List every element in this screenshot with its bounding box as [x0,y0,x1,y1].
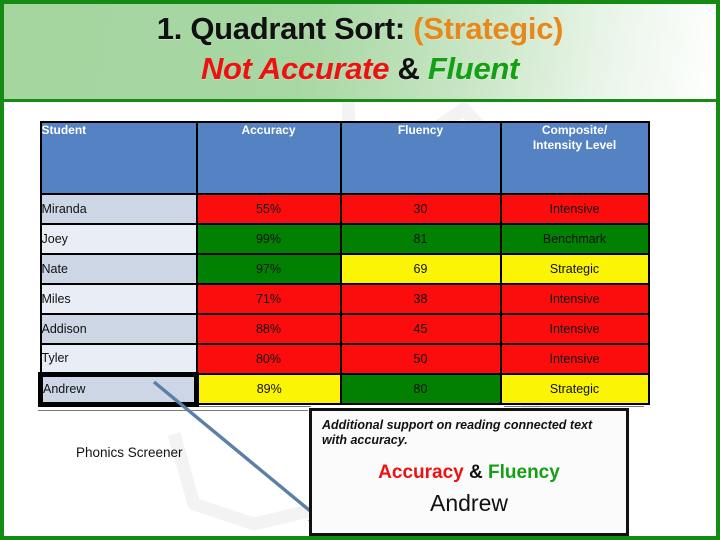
table-row: Joey 99% 81 Benchmark [39,223,650,255]
student-name-cell[interactable]: Tyler [39,343,198,375]
title-strategic: (Strategic) [413,11,564,46]
fluency-cell[interactable]: 30 [339,193,502,225]
title-not: Not [200,51,259,86]
fluency-cell[interactable]: 80 [339,373,502,405]
fluency-cell[interactable]: 69 [339,253,502,285]
accuracy-cell[interactable]: 71% [195,283,342,315]
fluency-cell[interactable]: 45 [339,313,502,345]
divider-line-lower [38,410,308,411]
header-row: Student Accuracy Fluency Composite/ Inte… [39,121,650,195]
callout-fluency-word: Fluency [488,461,560,483]
student-name-cell[interactable]: Addison [39,313,198,345]
composite-level-cell[interactable]: Intensive [499,283,650,315]
table-row: Tyler 80% 50 Intensive [39,343,650,375]
callout-student-name: Andrew [430,489,508,516]
student-name-cell-highlighted[interactable]: Andrew [38,371,199,407]
callout-accuracy-word: Accuracy [378,461,464,483]
table-row: Nate 97% 69 Strategic [39,253,650,285]
title-accurate: Accurate [258,51,390,86]
accuracy-cell[interactable]: 99% [195,223,342,255]
callout-note-text: Additional support on reading connected … [322,418,593,448]
title-band: 1. Quadrant Sort: (Strategic) Not Accura… [4,4,716,102]
callout-box: Additional support on reading connected … [309,408,629,536]
composite-line-1: Composite/ [541,123,608,137]
composite-line-2: Intensity Level [532,138,617,152]
table-header: Student Accuracy Fluency Composite/ Inte… [39,121,650,195]
title-line-2: Not Accurate & Fluent [4,53,716,84]
accuracy-cell[interactable]: 55% [195,193,342,225]
student-name-cell[interactable]: Miranda [39,193,198,225]
table-row: Miranda 55% 30 Intensive [39,193,650,225]
divider-line-right [504,406,644,407]
slide-canvas: 1. Quadrant Sort: (Strategic) Not Accura… [0,0,720,540]
table-body: Miranda 55% 30 Intensive Joey 99% 81 Benchmark N… [38,193,650,407]
title-fluent: Fluent [427,51,520,86]
title-ampersand: & [389,51,428,86]
student-name-cell[interactable]: Miles [39,283,198,315]
title-prefix: 1. Quadrant Sort: [156,11,414,46]
student-scores-table: Student Accuracy Fluency Composite/ Inte… [38,121,650,407]
column-header-composite: Composite/ Intensity Level [499,121,650,195]
callout-ampersand: & [463,461,489,483]
table-row: Miles 71% 38 Intensive [39,283,650,315]
composite-level-cell[interactable]: Strategic [499,253,650,285]
accuracy-cell[interactable]: 88% [195,313,342,345]
table-row: Andrew 89% 80 Strategic [38,371,650,407]
fluency-cell[interactable]: 38 [339,283,502,315]
composite-level-cell[interactable]: Strategic [499,373,650,405]
column-header-student: Student [39,121,198,195]
accuracy-cell[interactable]: 89% [195,373,342,405]
composite-level-cell[interactable]: Intensive [499,193,650,225]
student-name-cell[interactable]: Joey [39,223,198,255]
composite-level-cell[interactable]: Benchmark [499,223,650,255]
composite-level-cell[interactable]: Intensive [499,343,650,375]
title-line-1: 1. Quadrant Sort: (Strategic) [4,13,716,44]
accuracy-cell[interactable]: 80% [195,343,342,375]
column-header-accuracy: Accuracy [195,121,342,195]
table-row: Addison 88% 45 Intensive [39,313,650,345]
composite-level-cell[interactable]: Intensive [499,313,650,345]
fluency-cell[interactable]: 50 [339,343,502,375]
column-header-fluency: Fluency [339,121,502,195]
phonics-screener-label: Phonics Screener [76,445,183,460]
fluency-cell[interactable]: 81 [339,223,502,255]
callout-heading: Accuracy & Fluency [322,462,616,484]
divider-line-left [199,406,311,407]
student-name-cell[interactable]: Nate [39,253,198,285]
accuracy-cell[interactable]: 97% [195,253,342,285]
